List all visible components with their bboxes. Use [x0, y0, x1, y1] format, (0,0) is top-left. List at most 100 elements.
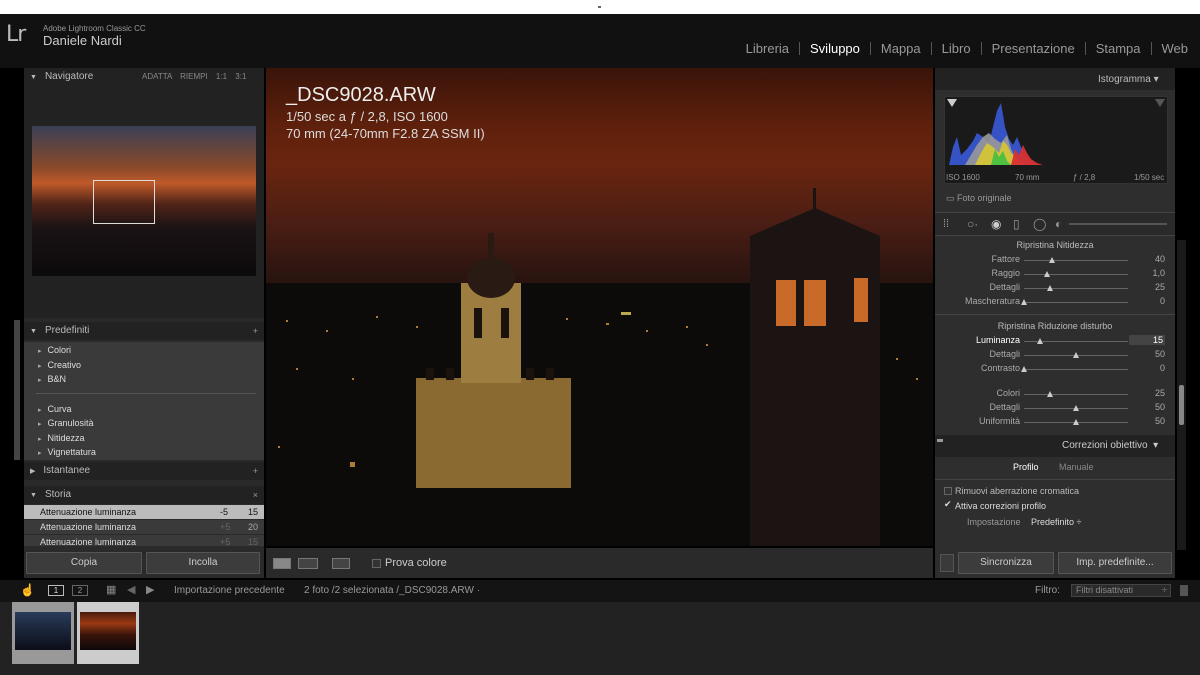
slider-track[interactable] [1024, 274, 1128, 275]
slider-knob[interactable] [1043, 271, 1050, 277]
histogram[interactable] [944, 96, 1168, 184]
navigator-header[interactable]: ▼ Navigatore ADATTA RIEMPI 1:1 3:1 [24, 68, 264, 86]
module-libro[interactable]: Libro [932, 42, 982, 55]
soft-proof-checkbox[interactable] [372, 559, 381, 568]
slider-knob[interactable] [1021, 299, 1027, 305]
slider-value[interactable]: 50 [1135, 416, 1165, 426]
slider-track[interactable] [1024, 369, 1128, 370]
sharpening-title[interactable]: Ripristina Nitidezza [935, 240, 1175, 250]
remove-ca-label: Rimuovi aberrazione cromatica [955, 486, 1080, 496]
spot-removal-icon[interactable]: ○· [967, 217, 978, 231]
module-presentazione[interactable]: Presentazione [982, 42, 1086, 55]
original-photo-toggle[interactable]: ▭ Foto originale [946, 193, 1012, 204]
hand-icon[interactable]: ☝ [20, 583, 35, 597]
slider-value[interactable]: 0 [1135, 363, 1165, 373]
slider-knob[interactable] [1036, 338, 1043, 344]
sync-switch[interactable] [940, 554, 954, 572]
preset-group-bn[interactable]: B&N [38, 374, 67, 384]
before-after-icon[interactable] [298, 558, 318, 569]
before-after-split-icon[interactable] [332, 558, 350, 569]
tab-manual[interactable]: Manuale [1059, 462, 1094, 472]
triangle-down-icon: ▼ [30, 492, 37, 499]
filter-lock-icon[interactable] [1180, 585, 1188, 596]
remove-ca-checkbox[interactable] [944, 487, 952, 495]
slider-knob[interactable] [1073, 352, 1079, 358]
module-sviluppo[interactable]: Sviluppo [800, 42, 871, 55]
paste-button[interactable]: Incolla [146, 552, 260, 574]
preset-group-vignettatura[interactable]: Vignettatura [38, 447, 96, 457]
preset-group-creativo[interactable]: Creativo [38, 360, 82, 370]
slider-knob[interactable] [1047, 391, 1053, 397]
filmstrip-thumb-selected[interactable] [77, 602, 139, 664]
history-row-label: Attenuazione luminanza [40, 537, 137, 546]
tab-profile[interactable]: Profilo [1013, 462, 1039, 472]
main-window-button[interactable]: 1 [48, 585, 64, 596]
brush-slider[interactable] [1069, 223, 1167, 225]
adjustment-brush-icon[interactable]: ◐ [1055, 217, 1062, 231]
slider-track[interactable] [1024, 394, 1128, 395]
radial-filter-icon[interactable]: ◯ [1033, 217, 1046, 231]
module-libreria[interactable]: Libreria [736, 42, 801, 55]
slider-value[interactable]: 15 [1129, 335, 1165, 345]
add-icon[interactable]: + [253, 462, 258, 480]
history-row[interactable]: Attenuazione luminanza +5 20 [24, 520, 264, 534]
slider-track[interactable] [1024, 302, 1128, 303]
histogram-shutter: 1/50 sec [1134, 173, 1165, 182]
filmstrip-thumb[interactable] [12, 602, 74, 664]
preset-group-granulosita[interactable]: Granulosità [38, 418, 94, 428]
slider-knob[interactable] [1047, 285, 1053, 291]
slider-value[interactable]: 50 [1135, 349, 1165, 359]
snapshots-header[interactable]: ▶ Istantanee + [24, 462, 264, 480]
history-row-label: Attenuazione luminanza [40, 507, 137, 517]
enable-profile-checkbox[interactable]: ✔ [944, 499, 952, 510]
grid-icon[interactable]: ▦ [106, 583, 116, 596]
back-arrow-icon[interactable]: ◀ [127, 583, 135, 596]
triangle-down-icon: ▼ [30, 74, 37, 81]
history-row[interactable]: Attenuazione luminanza -5 15 [24, 505, 264, 519]
sync-button[interactable]: Sincronizza [958, 552, 1054, 574]
slider-track[interactable] [1024, 260, 1128, 261]
close-icon[interactable]: × [253, 486, 258, 504]
navigator-zoom-box[interactable] [93, 180, 155, 224]
setting-select[interactable]: Predefinito ÷ [1031, 517, 1081, 527]
slider-value[interactable]: 40 [1135, 254, 1165, 264]
crop-icon[interactable]: ⁞⁞ [943, 218, 949, 230]
source-label[interactable]: Importazione precedente [174, 585, 285, 596]
presets-header[interactable]: ▼ Predefiniti + [24, 322, 264, 340]
noise-reduction-title[interactable]: Ripristina Riduzione disturbo [935, 321, 1175, 331]
slider-value[interactable]: 1,0 [1135, 268, 1165, 278]
slider-value[interactable]: 25 [1135, 282, 1165, 292]
history-row[interactable]: Attenuazione luminanza +5 15 [24, 535, 264, 546]
slider-knob[interactable] [1021, 366, 1027, 372]
scrollbar-thumb[interactable] [1179, 385, 1184, 425]
copy-button[interactable]: Copia [26, 552, 142, 574]
history-row-delta: -5 [220, 507, 229, 517]
module-web[interactable]: Web [1152, 42, 1189, 55]
panel-switch-icon[interactable] [937, 439, 943, 442]
preset-group-colori[interactable]: Colori [38, 345, 72, 355]
filter-select[interactable]: Filtri disattivati ÷ [1071, 584, 1171, 597]
add-icon[interactable]: + [253, 322, 258, 340]
slider-knob[interactable] [1073, 419, 1079, 425]
slider-track[interactable] [1024, 288, 1128, 289]
preset-group-curva[interactable]: Curva [38, 404, 72, 414]
preset-group-nitidezza[interactable]: Nitidezza [38, 433, 85, 443]
module-stampa[interactable]: Stampa [1086, 42, 1152, 55]
slider-knob[interactable] [1073, 405, 1079, 411]
defaults-button[interactable]: Imp. predefinite... [1058, 552, 1172, 574]
second-window-button[interactable]: 2 [72, 585, 88, 596]
slider-value[interactable]: 25 [1135, 388, 1165, 398]
navigator-zoom-options[interactable]: ADATTA RIEMPI 1:1 3:1 [142, 68, 246, 86]
slider-knob[interactable] [1049, 257, 1056, 263]
graduated-filter-icon[interactable]: ▯ [1013, 217, 1020, 231]
slider-value[interactable]: 50 [1135, 402, 1165, 412]
red-eye-icon[interactable]: ◉ [991, 217, 1001, 231]
slider-label: Contrasto [980, 363, 1020, 373]
module-mappa[interactable]: Mappa [871, 42, 932, 55]
forward-arrow-icon[interactable]: ▶ [146, 583, 154, 596]
history-header[interactable]: ▼ Storia × [24, 486, 264, 504]
filter-label: Filtro: [1035, 585, 1060, 596]
slider-value[interactable]: 0 [1135, 296, 1165, 306]
loupe-view-icon[interactable] [273, 558, 291, 569]
left-panel-collapse-handle[interactable] [14, 320, 20, 460]
